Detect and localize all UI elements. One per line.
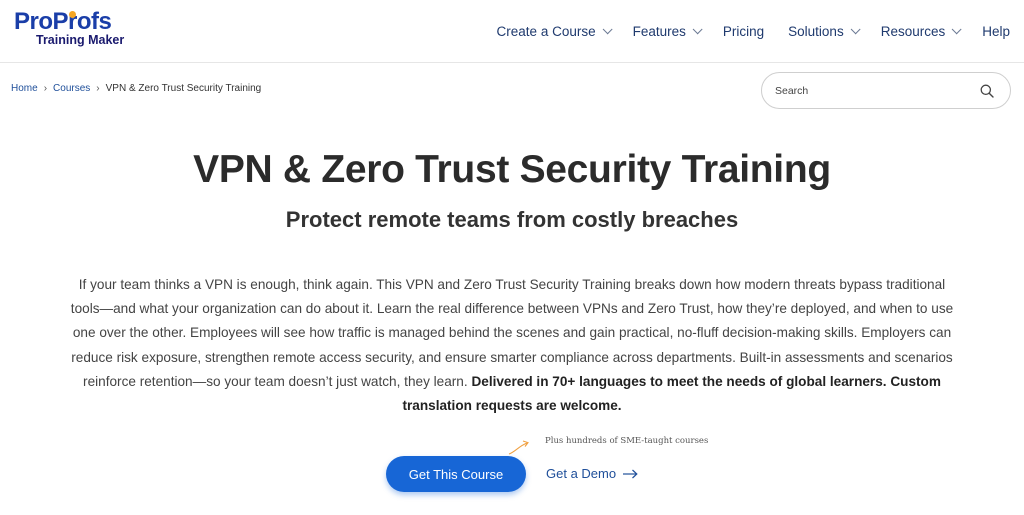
arrow-right-icon: [623, 469, 638, 478]
nav-label: Solutions: [788, 24, 844, 39]
nav-label: Features: [632, 24, 686, 39]
chevron-down-icon: [850, 24, 861, 35]
courses-note: Plus hundreds of SME-taught courses: [545, 436, 709, 446]
proprofs-logo[interactable]: ProProfs Training Maker: [14, 10, 124, 50]
breadcrumb-separator: ›: [43, 83, 48, 94]
search-box: [761, 72, 1011, 109]
nav-features[interactable]: Features: [632, 24, 703, 39]
nav-label: Pricing: [722, 24, 765, 39]
breadcrumb-home[interactable]: Home: [11, 83, 38, 94]
logo-subtitle: Training Maker: [36, 33, 125, 47]
demo-label: Get a Demo: [546, 466, 617, 481]
curved-arrow-icon: [508, 440, 529, 455]
search-input[interactable]: [775, 82, 975, 100]
breadcrumb: Home › Courses › VPN & Zero Trust Securi…: [11, 83, 261, 94]
nav-create-a-course[interactable]: Create a Course: [496, 24, 613, 39]
nav-solutions[interactable]: Solutions: [788, 24, 861, 39]
nav-help[interactable]: Help: [982, 24, 1010, 39]
nav-pricing[interactable]: Pricing: [723, 24, 764, 39]
chevron-down-icon: [602, 24, 613, 35]
nav-label: Resources: [880, 24, 946, 39]
get-a-demo-link[interactable]: Get a Demo: [546, 466, 638, 481]
description-bold-text: Delivered in 70+ languages to meet the n…: [402, 373, 941, 414]
chevron-down-icon: [951, 24, 962, 35]
logo-wordmark: ProProfs: [14, 8, 112, 35]
breadcrumb-separator: ›: [96, 83, 100, 94]
breadcrumb-courses[interactable]: Courses: [53, 83, 90, 94]
page-subtitle: Protect remote teams from costly breache…: [285, 207, 739, 232]
nav-label: Help: [982, 24, 1010, 39]
page-title: VPN & Zero Trust Security Training: [193, 148, 831, 191]
site-header: ProProfs Training Maker Create a Course …: [0, 0, 1024, 63]
breadcrumb-current: VPN & Zero Trust Security Training: [105, 83, 262, 94]
main-nav: Create a Course Features Pricing Solutio…: [473, 0, 1010, 63]
chevron-down-icon: [692, 24, 703, 35]
logo-dot-icon: [69, 11, 76, 18]
get-this-course-button[interactable]: Get This Course: [386, 456, 526, 492]
description-text: If your team thinks a VPN is enough, thi…: [70, 277, 954, 389]
nav-label: Create a Course: [496, 24, 596, 39]
nav-resources[interactable]: Resources: [880, 24, 962, 39]
course-description: If your team thinks a VPN is enough, thi…: [66, 273, 958, 418]
search-icon[interactable]: [980, 84, 994, 98]
